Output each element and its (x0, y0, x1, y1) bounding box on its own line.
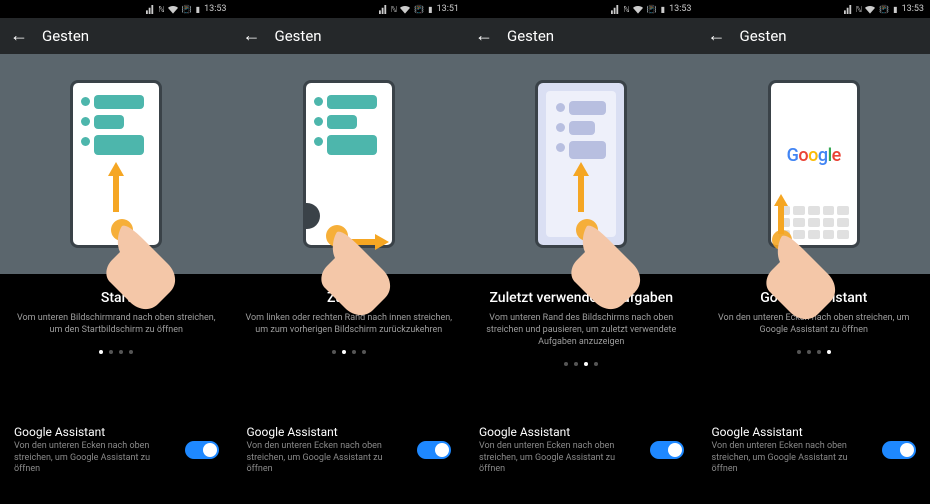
wifi-icon (633, 5, 643, 14)
setting-title: Google Assistant (247, 425, 408, 439)
arrow-up-icon (571, 162, 591, 212)
finger-icon (96, 206, 206, 316)
toggle-switch[interactable] (650, 441, 684, 459)
wifi-icon (865, 5, 875, 14)
page-dot[interactable] (362, 350, 366, 354)
back-icon[interactable]: ← (10, 27, 28, 45)
page-dot[interactable] (564, 362, 568, 366)
google-logo: Google (787, 145, 841, 166)
toggle-switch[interactable] (417, 441, 451, 459)
back-icon[interactable]: ← (708, 27, 726, 45)
arrow-up-icon (106, 162, 126, 212)
setting-description: Von den unteren Ecken nach oben streiche… (479, 441, 640, 476)
status-icons: ℕ (611, 5, 642, 14)
status-time: 13:53 (204, 4, 226, 14)
setting-row: Google Assistant Von den unteren Ecken n… (233, 409, 466, 504)
setting-row: Google Assistant Von den unteren Ecken n… (0, 409, 233, 504)
page-indicator (0, 350, 233, 354)
signal-icon (611, 5, 620, 14)
screen-start: ℕ 📳 ▮ 13:53 ← Gesten Start Vom unteren B… (0, 0, 233, 504)
battery-icon: ▮ (893, 5, 897, 14)
page-dot[interactable] (342, 350, 346, 354)
back-icon[interactable]: ← (243, 27, 261, 45)
page-dot[interactable] (352, 350, 356, 354)
status-bar: ℕ 📳 ▮ 13:51 (233, 0, 466, 18)
setting-row: Google Assistant Von den unteren Ecken n… (465, 409, 698, 504)
status-icons: ℕ (844, 5, 875, 14)
signal-icon (379, 5, 388, 14)
status-time: 13:51 (437, 4, 459, 14)
vibrate-icon: 📳 (879, 5, 889, 14)
setting-description: Von den unteren Ecken nach oben streiche… (14, 441, 175, 476)
status-bar: ℕ 📳 ▮ 13:53 (698, 0, 930, 18)
vibrate-icon: 📳 (182, 5, 192, 14)
vibrate-icon: 📳 (647, 5, 657, 14)
nfc-icon: ℕ (158, 5, 164, 14)
screen-back: ℕ 📳 ▮ 13:51 ← Gesten Zurück Vom linken o… (233, 0, 466, 504)
page-dot[interactable] (109, 350, 113, 354)
status-bar: ℕ 📳 ▮ 13:53 (0, 0, 233, 18)
signal-icon (146, 5, 155, 14)
finger-icon (319, 218, 429, 328)
battery-icon: ▮ (196, 5, 200, 14)
page-dot[interactable] (129, 350, 133, 354)
setting-title: Google Assistant (14, 425, 175, 439)
page-indicator (465, 362, 698, 366)
page-dot[interactable] (584, 362, 588, 366)
page-dot[interactable] (574, 362, 578, 366)
header-title: Gesten (42, 27, 89, 45)
header: ← Gesten (698, 18, 930, 54)
header: ← Gesten (0, 18, 233, 54)
status-icons: ℕ (379, 5, 410, 14)
page-indicator (698, 350, 930, 354)
page-dot[interactable] (119, 350, 123, 354)
nfc-icon: ℕ (856, 5, 862, 14)
page-dot[interactable] (827, 350, 831, 354)
battery-icon: ▮ (428, 5, 432, 14)
setting-title: Google Assistant (479, 425, 640, 439)
header-title: Gesten (275, 27, 322, 45)
signal-icon (844, 5, 853, 14)
page-dot[interactable] (797, 350, 801, 354)
header-title: Gesten (740, 27, 787, 45)
nfc-icon: ℕ (623, 5, 629, 14)
wifi-icon (168, 5, 178, 14)
header: ← Gesten (233, 18, 466, 54)
page-dot[interactable] (332, 350, 336, 354)
setting-description: Von den unteren Ecken nach oben streiche… (712, 441, 873, 476)
status-bar: ℕ 📳 ▮ 13:53 (465, 0, 698, 18)
screen-recent: ℕ 📳 ▮ 13:53 ← Gesten Zuletzt verwendete … (465, 0, 698, 504)
page-dot[interactable] (594, 362, 598, 366)
battery-icon: ▮ (661, 5, 665, 14)
vibrate-icon: 📳 (414, 5, 424, 14)
gesture-illustration (0, 54, 233, 274)
status-time: 13:53 (669, 4, 691, 14)
status-time: 13:53 (902, 4, 924, 14)
page-dot[interactable] (817, 350, 821, 354)
page-dot[interactable] (807, 350, 811, 354)
wifi-icon (400, 5, 410, 14)
setting-row: Google Assistant Von den unteren Ecken n… (698, 409, 930, 504)
finger-icon (762, 222, 872, 332)
page-indicator (233, 350, 466, 354)
setting-description: Von den unteren Ecken nach oben streiche… (247, 441, 408, 476)
setting-title: Google Assistant (712, 425, 873, 439)
page-dot[interactable] (99, 350, 103, 354)
gesture-illustration: Google (698, 54, 930, 274)
toggle-switch[interactable] (185, 441, 219, 459)
gesture-illustration (233, 54, 466, 274)
finger-icon (561, 206, 671, 316)
gesture-illustration (465, 54, 698, 274)
header-title: Gesten (507, 27, 554, 45)
header: ← Gesten (465, 18, 698, 54)
back-icon[interactable]: ← (475, 27, 493, 45)
status-icons: ℕ (146, 5, 177, 14)
screen-assistant: ℕ 📳 ▮ 13:53 ← Gesten Google Google Assis… (698, 0, 930, 504)
toggle-switch[interactable] (882, 441, 916, 459)
nfc-icon: ℕ (391, 5, 397, 14)
